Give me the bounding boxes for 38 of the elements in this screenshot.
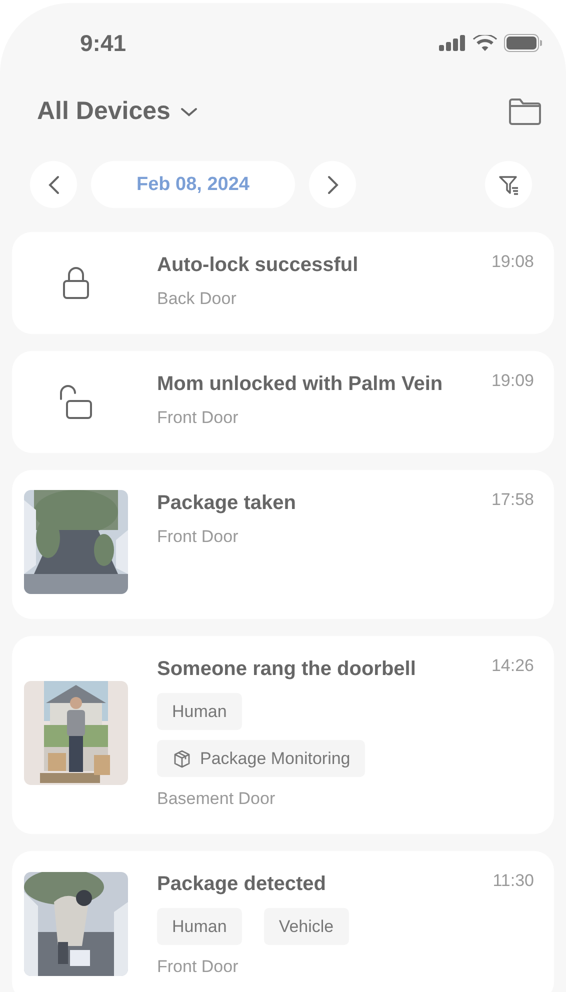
event-card[interactable]: Auto-lock successful 19:08 Back Door: [12, 232, 554, 334]
box-icon: [172, 748, 192, 768]
chevron-right-icon: [326, 174, 338, 194]
signal-icon: [439, 35, 466, 51]
tag-label: Package Monitoring: [200, 748, 350, 768]
tag-label: Human: [172, 916, 227, 936]
event-title: Auto-lock successful: [157, 254, 358, 277]
tag-label: Human: [172, 702, 227, 722]
folder-icon[interactable]: [508, 98, 542, 126]
device-name: Front Door: [157, 408, 240, 428]
event-card[interactable]: Mom unlocked with Palm Vein 19:09 Front Door: [12, 351, 554, 453]
wifi-icon: [473, 34, 497, 52]
event-title: Someone rang the doorbell: [157, 658, 416, 681]
event-time: 19:08: [491, 252, 534, 272]
event-title: Mom unlocked with Palm Vein: [157, 373, 443, 396]
device-name: Front Door: [157, 957, 240, 977]
filter-icon: [498, 174, 520, 196]
tag-label: Vehicle: [278, 916, 334, 936]
device-name: Back Door: [157, 289, 238, 309]
event-card[interactable]: Someone rang the doorbell 14:26 Human Package Monitoring Basement Door: [12, 636, 554, 834]
lock-closed-icon: [62, 266, 90, 300]
battery-icon: [504, 34, 542, 52]
chevron-left-icon: [48, 174, 60, 194]
device-name: Basement Door: [157, 789, 276, 809]
event-card[interactable]: Package taken 17:58 Front Door: [12, 470, 554, 619]
chevron-down-icon: [180, 106, 198, 116]
event-time: 19:09: [491, 371, 534, 391]
device-selector[interactable]: All Devices: [37, 97, 198, 126]
device-name: Front Door: [157, 527, 240, 547]
event-title: Package taken: [157, 492, 296, 515]
filter-button[interactable]: [485, 161, 532, 208]
status-time: 9:41: [80, 30, 126, 56]
event-title: Package detected: [157, 873, 326, 896]
event-time: 11:30: [492, 871, 534, 891]
event-time: 14:26: [491, 656, 534, 676]
event-time: 17:58: [491, 490, 534, 510]
lock-open-icon: [59, 384, 93, 420]
event-card[interactable]: Package detected 11:30 Human Vehicle Front Door: [12, 851, 554, 992]
